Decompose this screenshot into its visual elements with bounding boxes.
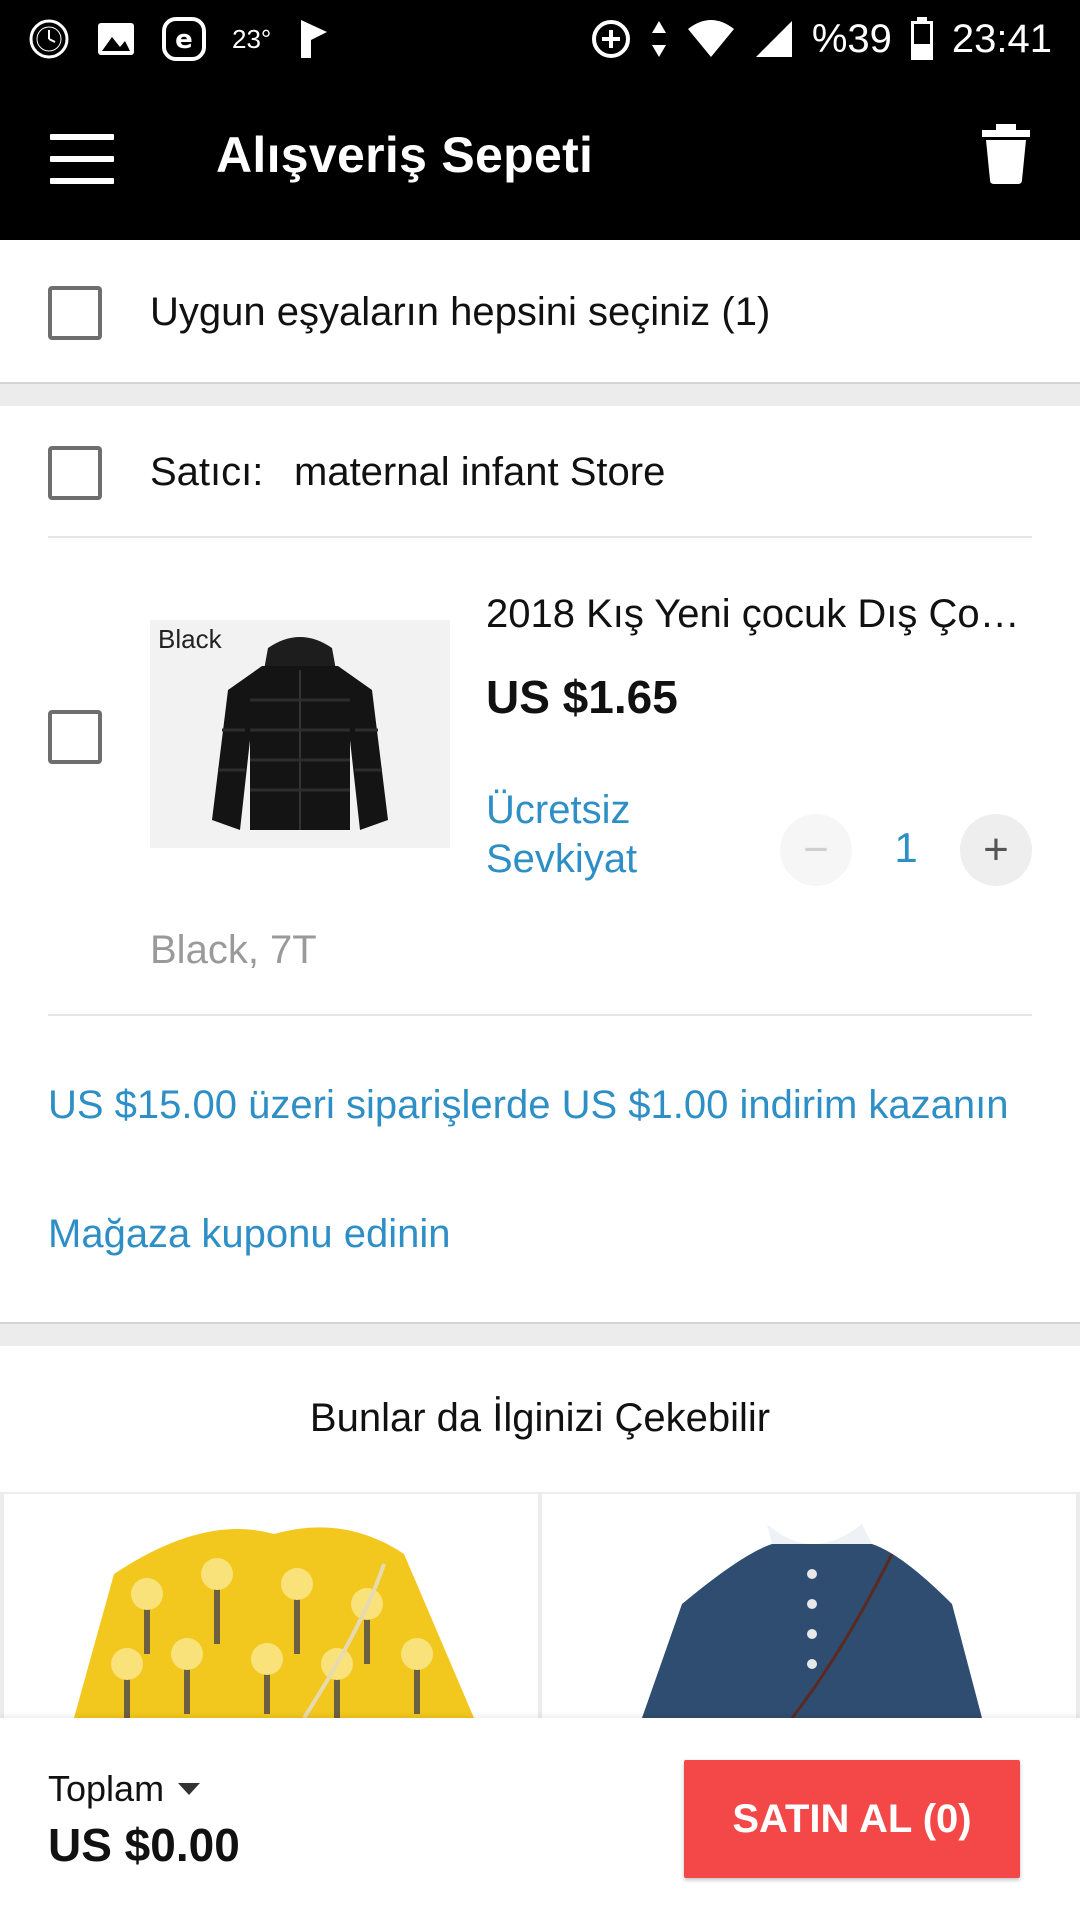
menu-icon[interactable] [50, 134, 114, 184]
page-title: Alışveriş Sepeti [216, 127, 594, 183]
battery-icon [910, 17, 934, 61]
select-all-label: Uygun eşyaların hepsini seçiniz (1) [150, 290, 771, 334]
item-image[interactable]: Black [150, 620, 450, 848]
seller-checkbox[interactable] [48, 446, 102, 500]
total-dropdown[interactable]: Toplam [48, 1768, 201, 1810]
item-checkbox[interactable] [48, 710, 102, 764]
data-arrows-icon [650, 19, 668, 59]
seller-row[interactable]: Satıcı: maternal infant Store [0, 406, 1080, 536]
recommendations-title: Bunlar da İlginizi Çekebilir [309, 1396, 771, 1440]
gallery-icon [96, 21, 136, 57]
item-title[interactable]: 2018 Kış Yeni çocuk Dış Çocuk Ceket [486, 592, 1032, 637]
e-app-icon: e [162, 17, 206, 61]
recommended-product-card[interactable] [4, 1494, 538, 1718]
status-bar-left: e 23° [28, 12, 331, 66]
total-value: US $0.00 [48, 1819, 240, 1871]
discount-promo-link[interactable]: US $15.00 üzeri siparişlerde US $1.00 in… [48, 1080, 1032, 1130]
free-shipping-link[interactable]: Ücretsiz Sevkiyat [486, 786, 696, 884]
total-label: Toplam [48, 1768, 165, 1809]
select-all-row[interactable]: Uygun eşyaların hepsini seçiniz (1) [0, 240, 1080, 382]
store-coupon-link[interactable]: Mağaza kuponu edinin [48, 1212, 451, 1257]
item-variant[interactable]: Black, 7T [150, 928, 317, 973]
p-app-icon [297, 18, 331, 60]
select-all-checkbox[interactable] [48, 286, 102, 340]
seller-name[interactable]: maternal infant Store [294, 450, 665, 495]
status-bar-right: %39 23:41 [590, 12, 1052, 66]
item-price: US $1.65 [486, 671, 678, 723]
divider [48, 1014, 1032, 1016]
buy-now-button[interactable]: SATIN AL (0) [684, 1760, 1020, 1878]
wifi-icon [686, 19, 736, 59]
quantity-decrease-button[interactable]: − [780, 814, 852, 886]
temperature-text: 23° [232, 23, 272, 54]
recommendations-grid [0, 1492, 1080, 1718]
yellow-shirt-image [4, 1494, 538, 1718]
clock-time: 23:41 [951, 16, 1052, 61]
section-separator [0, 1322, 1080, 1346]
divider [48, 536, 1032, 538]
trash-icon[interactable] [980, 124, 1032, 184]
checkout-bar: Toplam US $0.00 SATIN AL (0) [0, 1718, 1080, 1920]
recommended-product-card[interactable] [542, 1494, 1076, 1718]
seller-prefix: Satıcı: [150, 450, 264, 494]
denim-dress-image [542, 1494, 1076, 1718]
caret-down-icon [178, 1783, 201, 1795]
signal-icon [754, 19, 794, 59]
clock-widget-icon [28, 18, 70, 60]
status-bar: e 23° %39 23:41 [0, 0, 1080, 78]
quantity-value: 1 [894, 824, 918, 871]
battery-percent-text: %39 [811, 16, 892, 61]
data-saver-icon [590, 18, 632, 60]
section-separator [0, 382, 1080, 406]
image-color-tag: Black [158, 624, 222, 654]
app-bar: Alışveriş Sepeti [0, 78, 1080, 240]
quantity-increase-button[interactable]: + [960, 814, 1032, 886]
svg-text:e: e [175, 25, 193, 55]
